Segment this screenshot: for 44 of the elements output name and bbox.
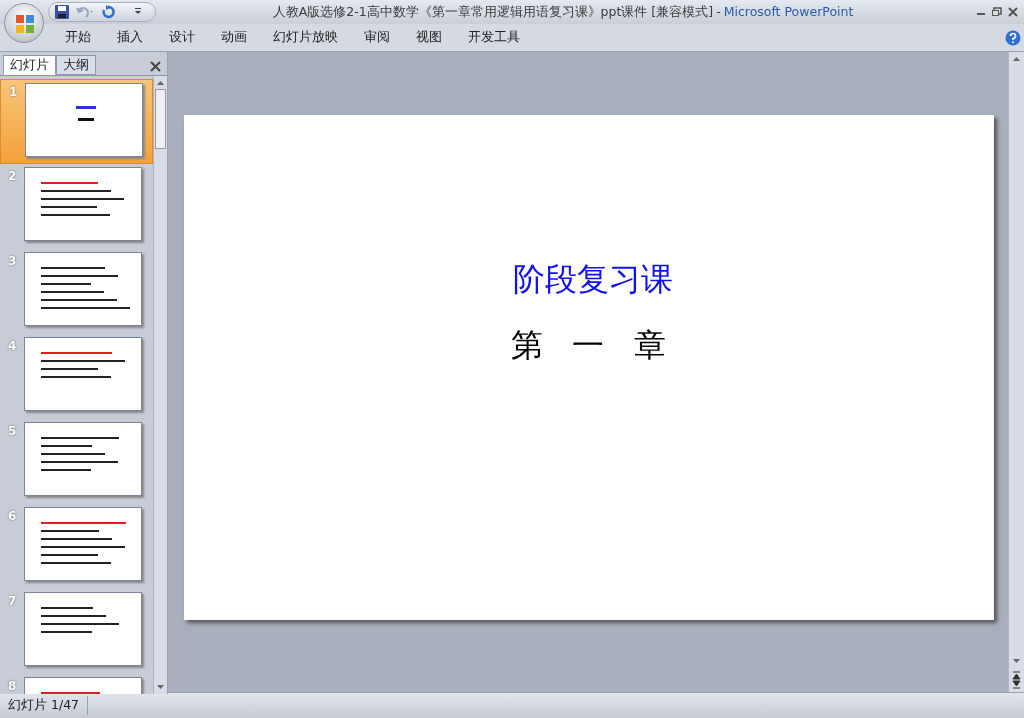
restore-icon[interactable] bbox=[992, 7, 1002, 17]
scroll-thumb[interactable] bbox=[155, 89, 166, 149]
ribbon-tab[interactable]: 插入 bbox=[104, 28, 156, 47]
app-name: Microsoft PowerPoint bbox=[723, 2, 854, 21]
ribbon-tab[interactable]: 幻灯片放映 bbox=[260, 28, 351, 47]
slide-counter: 幻灯片 1/47 bbox=[0, 696, 89, 715]
slide-thumbnail[interactable] bbox=[24, 167, 142, 241]
ribbon-tab[interactable]: 视图 bbox=[403, 28, 455, 47]
window-title: 人教A版选修2-1高中数学《第一章常用逻辑用语复习课》ppt课件 [兼容模式] bbox=[272, 2, 714, 21]
slide-title: 阶段复习课 bbox=[513, 259, 673, 300]
scroll-up-icon[interactable] bbox=[156, 79, 165, 87]
ribbon-tab[interactable]: 审阅 bbox=[351, 28, 403, 47]
slide-thumbnail[interactable] bbox=[24, 592, 142, 666]
next-slide-icon[interactable] bbox=[1012, 680, 1021, 689]
customize-menu-icon[interactable] bbox=[133, 8, 143, 16]
ribbon-tab[interactable]: 动画 bbox=[208, 28, 260, 47]
title-separator: - bbox=[716, 2, 721, 21]
slide-number: 3 bbox=[7, 253, 18, 270]
slide-thumbnail[interactable] bbox=[24, 337, 142, 411]
pane-tab[interactable]: 幻灯片 bbox=[3, 55, 56, 75]
slide-number: 4 bbox=[7, 338, 18, 355]
slide-subtitle: 第 一 章 bbox=[510, 325, 676, 366]
ribbon-tab[interactable]: 开始 bbox=[52, 28, 104, 47]
scroll-up-icon[interactable] bbox=[1012, 55, 1021, 63]
slide-number: 1 bbox=[8, 84, 19, 101]
scrollbar[interactable] bbox=[153, 76, 167, 694]
office-button[interactable] bbox=[4, 3, 44, 43]
ribbon-tab[interactable]: 设计 bbox=[156, 28, 208, 47]
redo-icon[interactable] bbox=[101, 5, 115, 19]
scroll-down-icon[interactable] bbox=[1012, 657, 1021, 665]
scrollbar[interactable] bbox=[1008, 52, 1024, 692]
slide-thumbnail[interactable] bbox=[24, 252, 142, 326]
slide-number: 5 bbox=[7, 423, 18, 440]
previous-slide-icon[interactable] bbox=[1012, 671, 1021, 680]
slide-number: 6 bbox=[7, 508, 18, 525]
save-icon[interactable] bbox=[55, 5, 69, 19]
help-icon[interactable] bbox=[1005, 29, 1021, 46]
ribbon-tab[interactable]: 开发工具 bbox=[455, 28, 533, 47]
close-icon[interactable] bbox=[1008, 7, 1018, 17]
slide-thumbnail[interactable] bbox=[24, 507, 142, 581]
pane-tab[interactable]: 大纲 bbox=[56, 55, 96, 75]
close-icon[interactable] bbox=[150, 61, 161, 72]
slide-thumbnail[interactable] bbox=[25, 83, 143, 157]
slide-thumbnail[interactable] bbox=[24, 422, 142, 496]
